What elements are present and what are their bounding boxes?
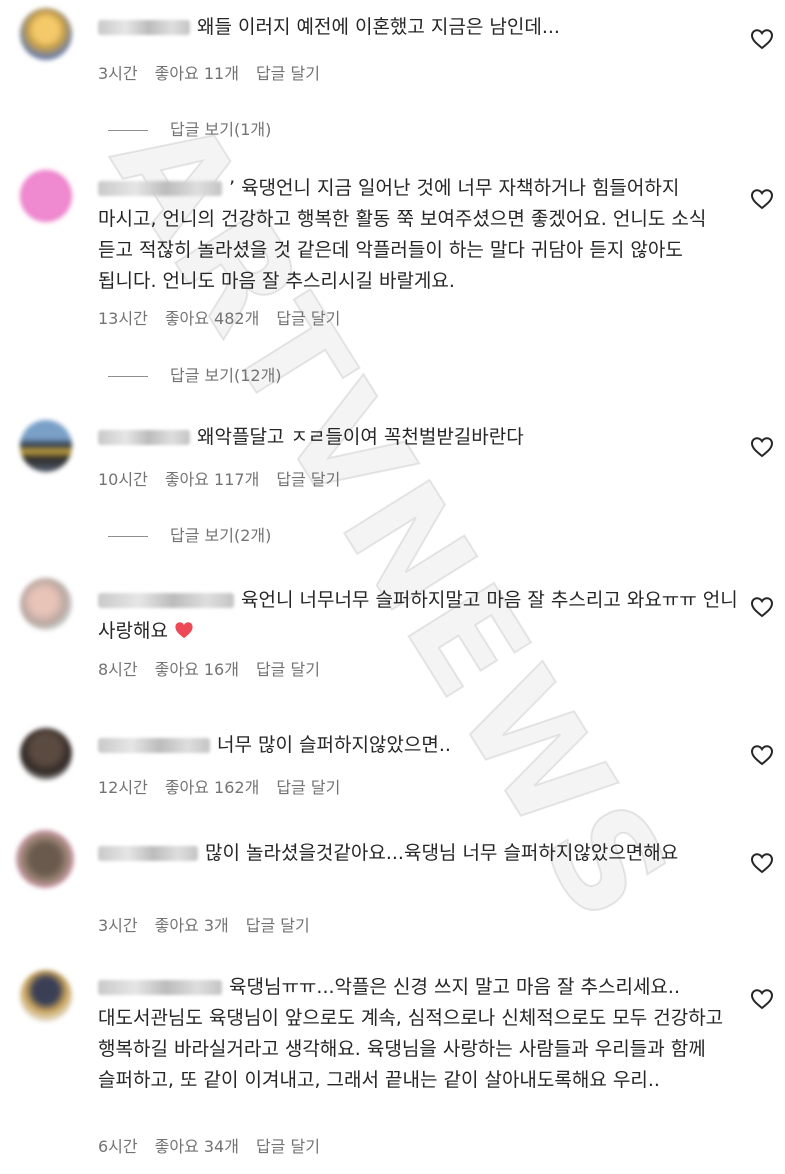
reply-button[interactable]: 답글 달기 bbox=[246, 916, 310, 935]
likes-count[interactable]: 좋아요 34개 bbox=[155, 1137, 239, 1156]
view-replies-label: 답글 보기(12개) bbox=[170, 366, 282, 385]
heart-icon[interactable] bbox=[750, 436, 774, 458]
comment-time: 3시간 bbox=[98, 916, 138, 935]
comment-time: 10시간 bbox=[98, 470, 148, 489]
comment-time: 12시간 bbox=[98, 778, 148, 797]
likes-count[interactable]: 좋아요 117개 bbox=[165, 470, 260, 489]
comment-text: 너무 많이 슬퍼하지않았으면.. bbox=[217, 734, 451, 756]
view-replies-button[interactable]: 답글 보기(1개) bbox=[108, 116, 271, 140]
username-blurred[interactable] bbox=[98, 181, 222, 196]
reply-button[interactable]: 답글 달기 bbox=[256, 64, 320, 83]
username-blurred[interactable] bbox=[98, 430, 190, 445]
heart-icon[interactable] bbox=[750, 744, 774, 766]
likes-count[interactable]: 좋아요 162개 bbox=[165, 778, 260, 797]
heart-icon[interactable] bbox=[750, 188, 774, 210]
reply-button[interactable]: 답글 달기 bbox=[256, 1137, 320, 1156]
likes-count[interactable]: 좋아요 11개 bbox=[155, 64, 239, 83]
avatar[interactable] bbox=[20, 170, 72, 222]
avatar[interactable] bbox=[20, 970, 72, 1022]
view-replies-label: 답글 보기(2개) bbox=[170, 526, 272, 545]
view-replies-button[interactable]: 답글 보기(2개) bbox=[108, 522, 271, 546]
username-blurred[interactable] bbox=[98, 846, 198, 861]
username-blurred[interactable] bbox=[98, 20, 190, 35]
view-replies-button[interactable]: 답글 보기(12개) bbox=[108, 362, 282, 386]
replies-divider bbox=[108, 376, 148, 377]
username-blurred[interactable] bbox=[98, 980, 222, 995]
avatar[interactable] bbox=[20, 420, 72, 472]
comment-time: 6시간 bbox=[98, 1137, 138, 1156]
replies-divider bbox=[108, 130, 148, 131]
heart-icon[interactable] bbox=[750, 988, 774, 1010]
comment-time: 8시간 bbox=[98, 660, 138, 679]
heart-icon[interactable] bbox=[750, 596, 774, 618]
heart-icon[interactable] bbox=[750, 28, 774, 50]
likes-count[interactable]: 좋아요 482개 bbox=[165, 309, 260, 328]
username-blurred[interactable] bbox=[98, 738, 210, 753]
avatar[interactable] bbox=[20, 728, 72, 780]
heart-icon[interactable] bbox=[750, 852, 774, 874]
avatar[interactable] bbox=[20, 8, 72, 60]
comment-time: 13시간 bbox=[98, 309, 148, 328]
reply-button[interactable]: 답글 달기 bbox=[276, 470, 340, 489]
comment-text: 왜악플달고 ㅈㄹ들이여 꼭천벌받길바란다 bbox=[197, 426, 524, 448]
avatar[interactable] bbox=[20, 578, 72, 630]
comment-text: 많이 놀라셨을것같아요...육댕님 너무 슬퍼하지않았으면해요 bbox=[205, 842, 679, 864]
comment-text: 왜들 이러지 예전에 이혼했고 지금은 남인데... bbox=[197, 16, 560, 38]
likes-count[interactable]: 좋아요 16개 bbox=[155, 660, 239, 679]
reply-button[interactable]: 답글 달기 bbox=[276, 778, 340, 797]
likes-count[interactable]: 좋아요 3개 bbox=[155, 916, 229, 935]
reply-button[interactable]: 답글 달기 bbox=[276, 309, 340, 328]
avatar[interactable] bbox=[16, 830, 74, 888]
view-replies-label: 답글 보기(1개) bbox=[170, 120, 272, 139]
username-blurred[interactable] bbox=[98, 593, 234, 608]
red-heart-emoji-icon bbox=[175, 622, 193, 639]
comment-time: 3시간 bbox=[98, 64, 138, 83]
reply-button[interactable]: 답글 달기 bbox=[256, 660, 320, 679]
replies-divider bbox=[108, 536, 148, 537]
